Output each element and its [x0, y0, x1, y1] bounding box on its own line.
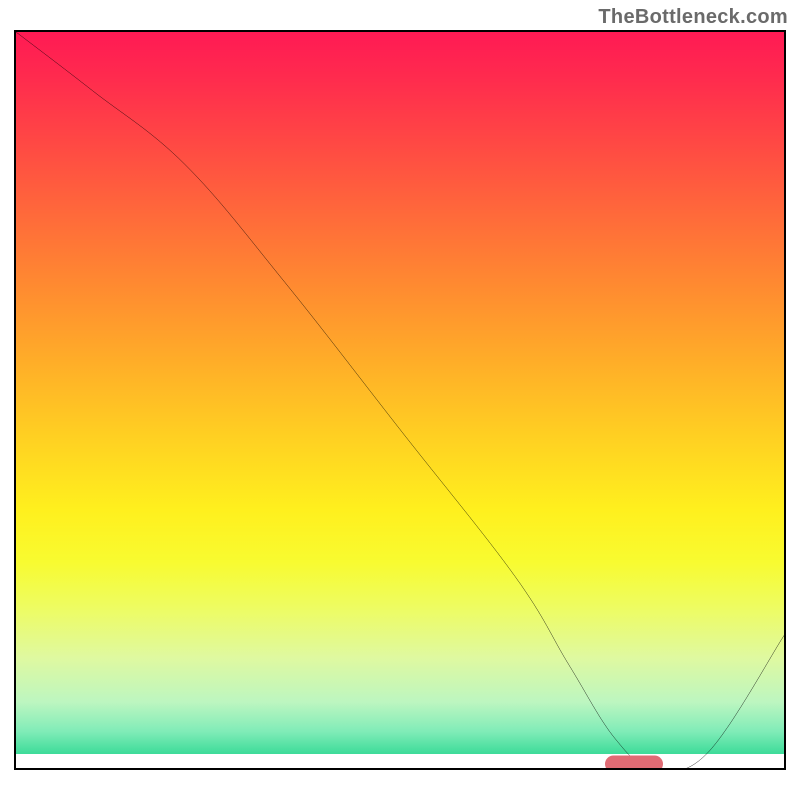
chart-frame — [8, 30, 792, 792]
gradient-bg — [16, 32, 784, 768]
optimal-marker — [605, 756, 663, 770]
watermark-text: TheBottleneck.com — [598, 6, 788, 29]
baseline-band — [16, 754, 784, 768]
plot-area — [14, 30, 786, 770]
